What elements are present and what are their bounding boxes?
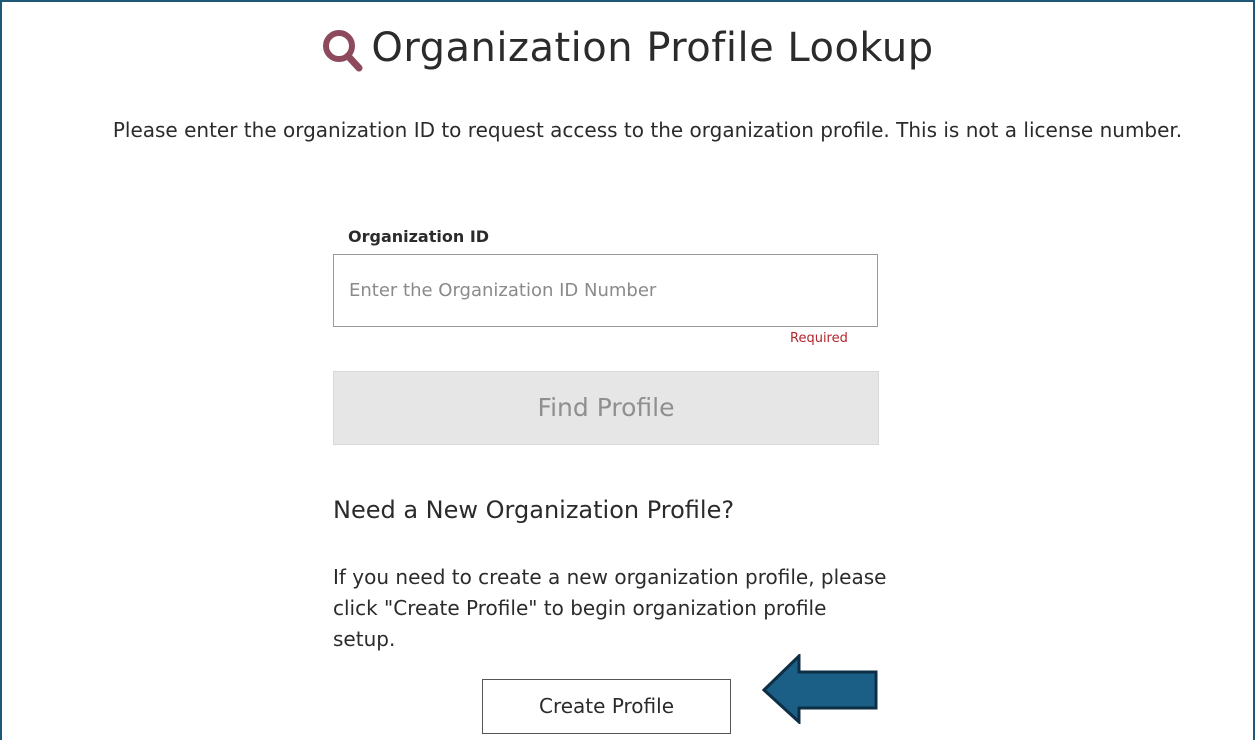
page-header: Organization Profile Lookup (0, 18, 1255, 78)
create-profile-button[interactable]: Create Profile (482, 679, 731, 734)
search-icon (323, 30, 363, 72)
intro-text: Please enter the organization ID to requ… (112, 118, 1183, 142)
find-profile-button[interactable]: Find Profile (333, 371, 879, 445)
page-title: Organization Profile Lookup (371, 25, 934, 71)
required-note: Required (790, 331, 848, 346)
left-arrow-icon (761, 654, 878, 724)
new-profile-heading: Need a New Organization Profile? (333, 496, 735, 524)
new-profile-description: If you need to create a new organization… (333, 565, 887, 651)
org-id-label: Organization ID (348, 227, 490, 246)
org-id-input[interactable] (333, 254, 878, 327)
